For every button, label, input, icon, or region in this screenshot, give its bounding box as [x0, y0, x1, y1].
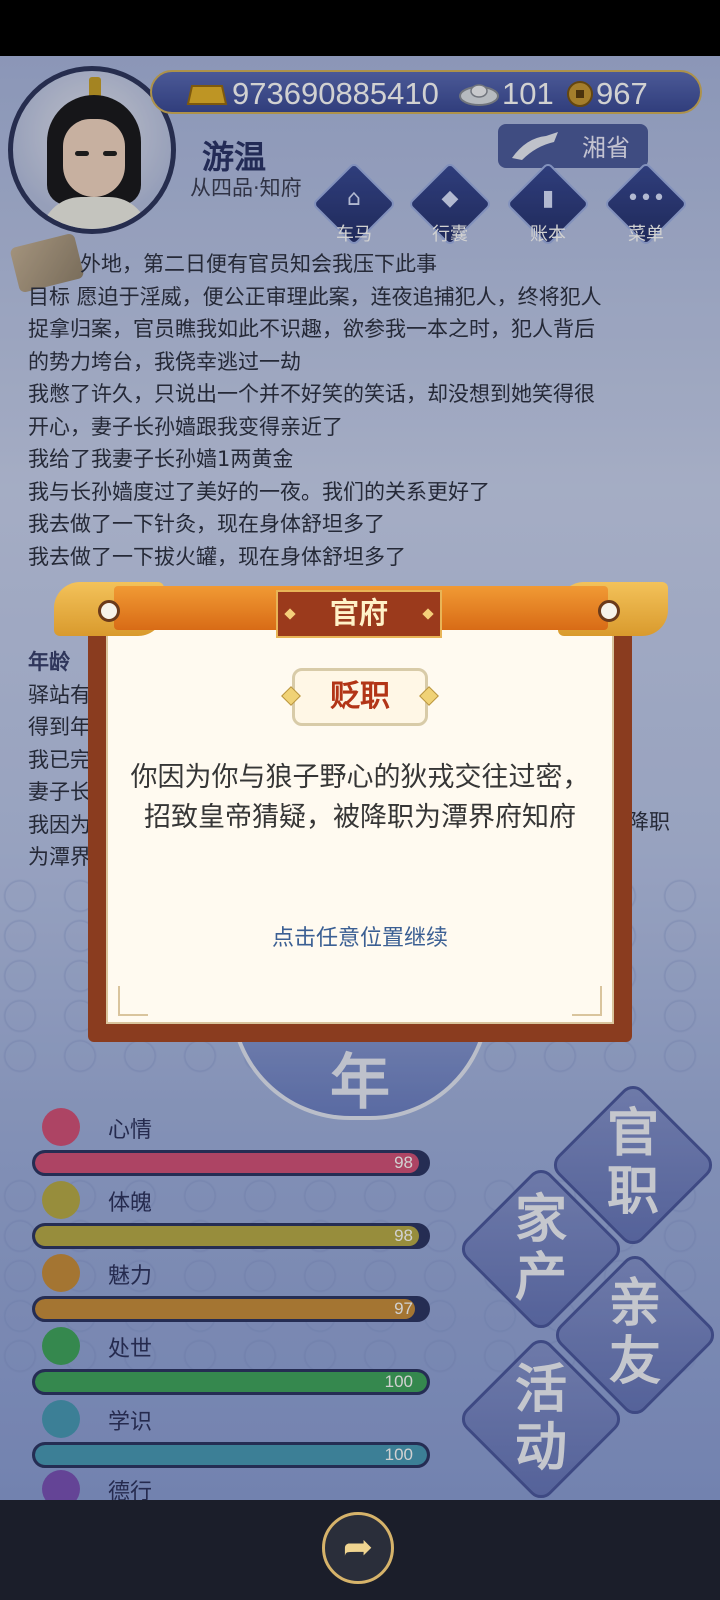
pin-icon	[98, 600, 120, 622]
continue-hint[interactable]: 点击任意位置继续	[128, 920, 592, 952]
modal-tag-text: 贬职	[330, 679, 390, 714]
status-bar	[0, 0, 720, 56]
modal-message: 你因为你与狼子野心的狄戎交往过密，招致皇帝猜疑，被降职为潭界府知府	[130, 762, 590, 833]
corner-ornament-icon	[118, 986, 148, 1016]
pin-icon	[598, 600, 620, 622]
share-icon: ➦	[342, 1527, 374, 1568]
corner-ornament-icon	[572, 986, 602, 1016]
share-button[interactable]: ➦	[322, 1512, 394, 1584]
modal-header-title: 官府	[329, 596, 388, 630]
